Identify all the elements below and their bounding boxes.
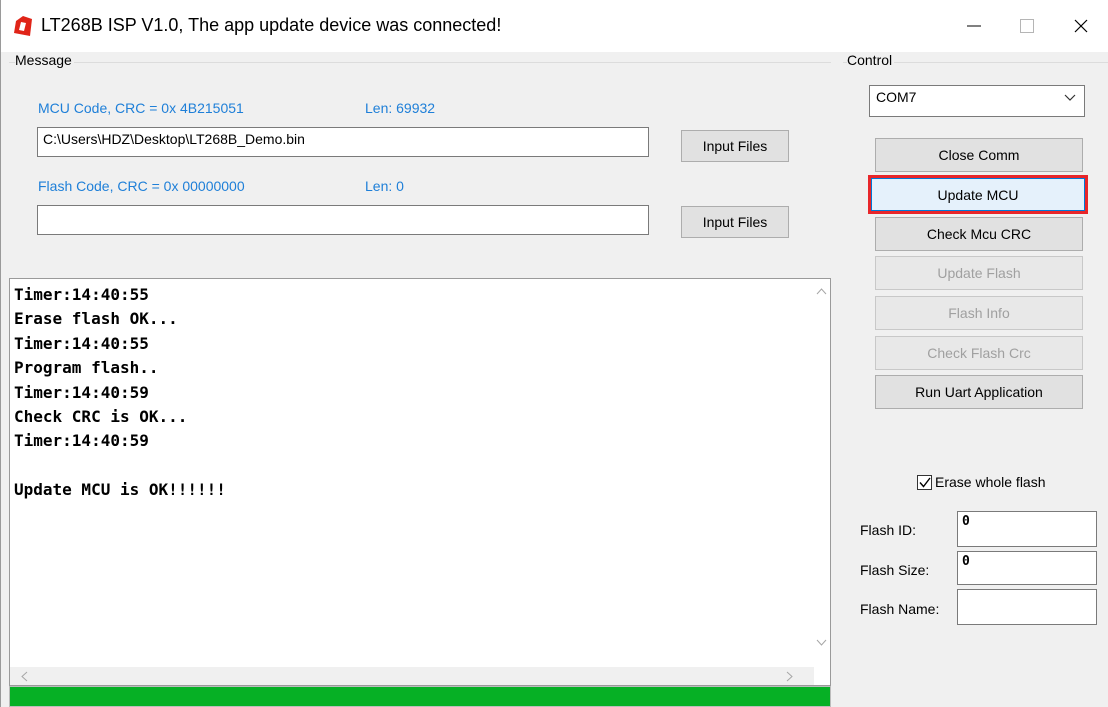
scroll-left-icon[interactable] xyxy=(20,671,28,682)
flash-size-label: Flash Size: xyxy=(860,562,930,578)
chevron-down-icon xyxy=(1064,94,1076,101)
mcu-crc-label: MCU Code, CRC = 0x 4B215051 xyxy=(38,100,244,116)
control-group-label: Control xyxy=(847,52,895,68)
app-logo-icon xyxy=(14,16,32,36)
app-window: LT268B ISP V1.0, The app update device w… xyxy=(0,0,1108,707)
check-mcu-crc-button[interactable]: Check Mcu CRC xyxy=(875,217,1083,251)
erase-whole-flash-label: Erase whole flash xyxy=(935,474,1046,490)
close-comm-button[interactable]: Close Comm xyxy=(875,138,1083,172)
flash-input-files-button[interactable]: Input Files xyxy=(681,206,789,238)
flash-crc-label: Flash Code, CRC = 0x 00000000 xyxy=(38,178,245,194)
checkmark-icon xyxy=(918,477,931,488)
message-group-label: Message xyxy=(15,52,74,68)
log-line: Erase flash OK... xyxy=(14,309,178,329)
flash-id-field[interactable]: 0 xyxy=(957,511,1097,547)
run-uart-application-button[interactable]: Run Uart Application xyxy=(875,375,1083,409)
flash-size-field[interactable]: 0 xyxy=(957,551,1097,585)
com-port-select[interactable]: COM7 xyxy=(869,85,1085,117)
update-flash-button[interactable]: Update Flash xyxy=(875,256,1083,290)
mcu-input-files-button[interactable]: Input Files xyxy=(681,130,789,162)
flash-info-button[interactable]: Flash Info xyxy=(875,296,1083,330)
check-flash-crc-button[interactable]: Check Flash Crc xyxy=(875,336,1083,370)
log-output[interactable]: Timer:14:40:55 Erase flash OK... Timer:1… xyxy=(9,278,831,686)
flash-name-field[interactable] xyxy=(957,589,1097,625)
window-title: LT268B ISP V1.0, The app update device w… xyxy=(41,15,502,35)
minimize-button[interactable] xyxy=(946,0,1002,52)
erase-whole-flash-option[interactable]: Erase whole flash xyxy=(917,474,1046,490)
flash-file-path-input[interactable] xyxy=(37,205,649,235)
log-line: Timer:14:40:59 xyxy=(14,382,149,402)
scroll-right-icon[interactable] xyxy=(786,671,794,682)
erase-whole-flash-checkbox[interactable] xyxy=(917,474,932,490)
mcu-file-path-input[interactable]: C:\Users\HDZ\Desktop\LT268B_Demo.bin xyxy=(37,127,649,157)
com-port-value: COM7 xyxy=(876,89,917,105)
update-mcu-button[interactable]: Update MCU xyxy=(868,175,1088,214)
message-group-border xyxy=(9,62,831,63)
scroll-down-icon[interactable] xyxy=(816,639,827,647)
mcu-len-label: Len: 69932 xyxy=(365,100,436,116)
log-vertical-scrollbar[interactable] xyxy=(813,279,830,669)
progress-bar xyxy=(9,686,831,707)
flash-len-label: Len: 0 xyxy=(365,178,404,194)
flash-name-label: Flash Name: xyxy=(860,601,940,617)
close-window-button[interactable] xyxy=(1053,0,1108,52)
log-line: Timer:14:40:55 xyxy=(14,285,149,304)
flash-id-label: Flash ID: xyxy=(860,522,917,538)
title-bar[interactable]: LT268B ISP V1.0, The app update device w… xyxy=(1,0,1108,52)
close-icon xyxy=(1074,19,1088,33)
log-line: Check CRC is OK... xyxy=(14,407,188,427)
scroll-up-icon[interactable] xyxy=(816,287,827,295)
log-line: Timer:14:40:59 xyxy=(14,431,149,451)
minimize-icon xyxy=(967,25,981,27)
log-line: Timer:14:40:55 xyxy=(14,333,149,353)
log-line: Program flash.. xyxy=(14,358,159,378)
log-horizontal-scrollbar[interactable] xyxy=(10,667,814,685)
maximize-button[interactable] xyxy=(999,0,1055,52)
maximize-icon xyxy=(1020,19,1034,33)
log-line: Update MCU is OK!!!!!! xyxy=(14,480,226,500)
log-text: Timer:14:40:55 Erase flash OK... Timer:1… xyxy=(14,283,226,503)
